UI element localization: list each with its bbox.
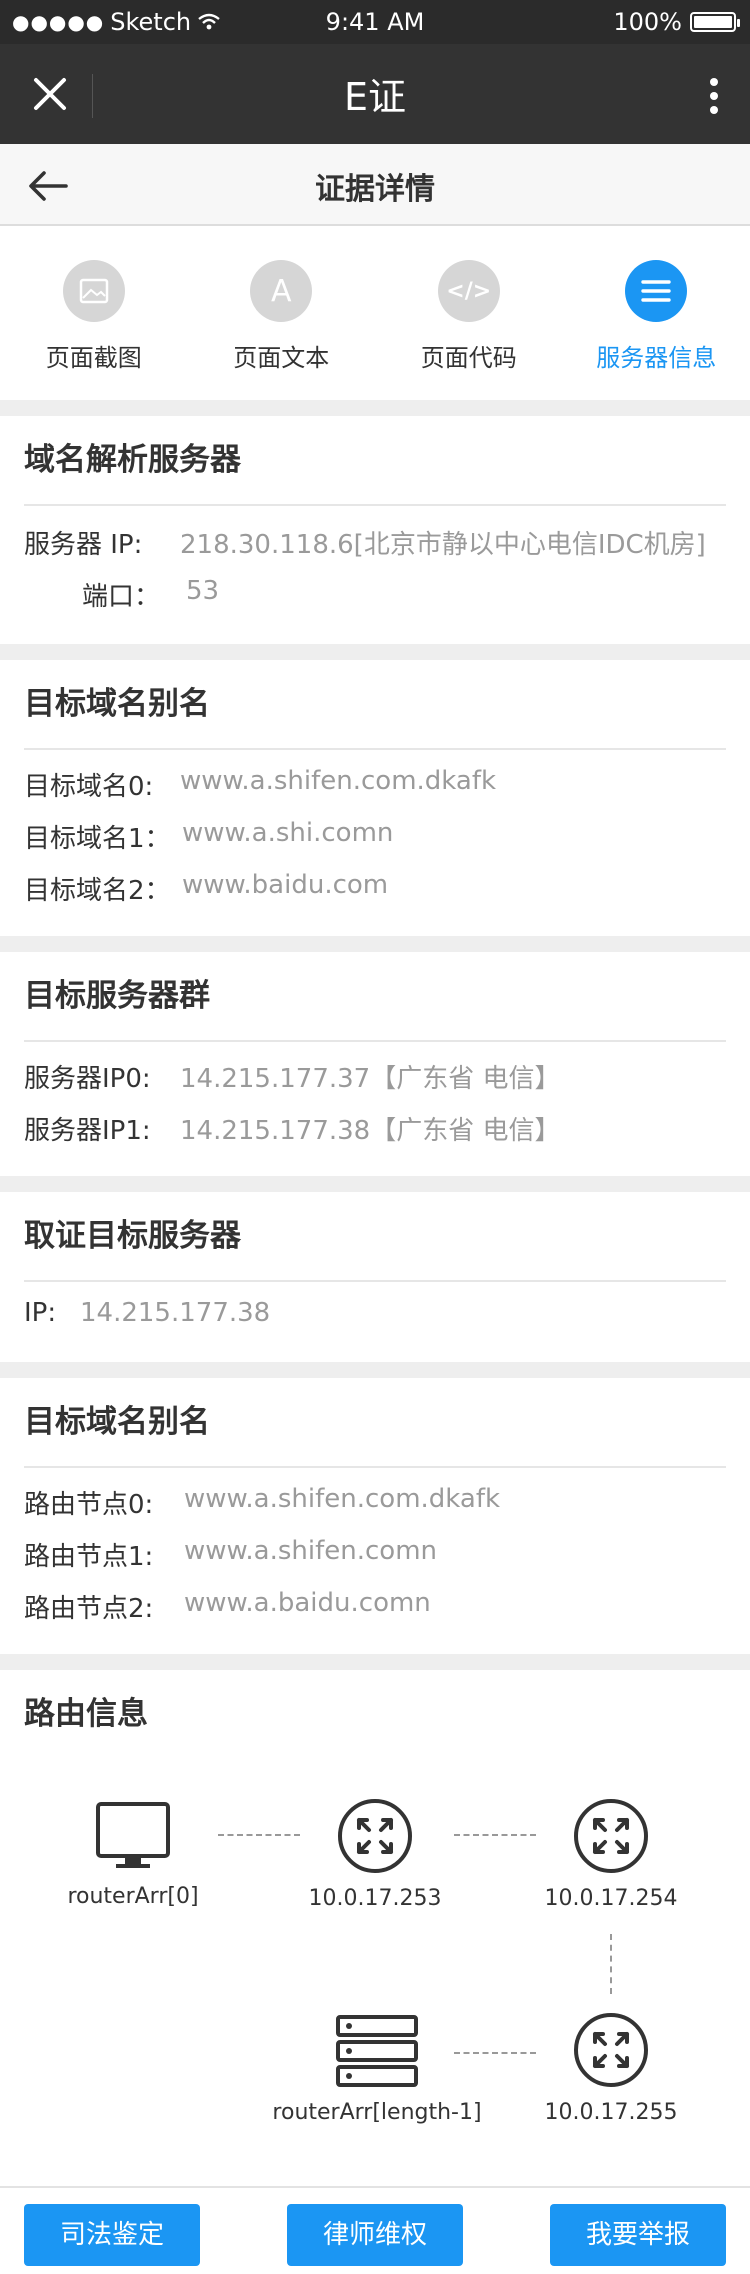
divider bbox=[24, 1466, 726, 1468]
section-gap bbox=[0, 644, 750, 660]
route-link bbox=[218, 1834, 300, 1836]
info-row: 路由节点2: www.a.baidu.comn bbox=[24, 1588, 431, 1624]
node-label: 10.0.17.254 bbox=[544, 1886, 678, 1911]
section-title: 目标域名别名 bbox=[24, 686, 210, 722]
lawyer-rights-button[interactable]: 律师维权 bbox=[287, 2204, 463, 2266]
tab-label: 页面截图 bbox=[45, 344, 142, 372]
battery-area: 100% bbox=[613, 8, 740, 36]
app-bar: E证 bbox=[0, 44, 750, 144]
app-title: E证 bbox=[343, 75, 406, 119]
dns-server-section: 域名解析服务器 服务器 IP: 218.30.118.6[北京市静以中心电信ID… bbox=[0, 416, 750, 644]
target-server-section: 取证目标服务器 IP: 14.215.177.38 bbox=[0, 1192, 750, 1362]
tab-label: 页面代码 bbox=[420, 344, 517, 372]
route-node: routerArr[0] bbox=[48, 1800, 218, 1909]
section-gap bbox=[0, 1176, 750, 1192]
route-alias-section: 目标域名别名 路由节点0: www.a.shifen.com.dkafk 路由节… bbox=[0, 1378, 750, 1654]
route-node: 10.0.17.255 bbox=[536, 2012, 686, 2125]
section-title: 取证目标服务器 bbox=[24, 1218, 241, 1254]
route-node: 10.0.17.253 bbox=[300, 1798, 450, 1911]
code-icon: </> bbox=[437, 260, 500, 322]
server-group-section: 目标服务器群 服务器IP0: 14.215.177.37【广东省 电信】 服务器… bbox=[0, 952, 750, 1176]
divider bbox=[24, 1040, 726, 1042]
image-icon bbox=[62, 260, 125, 322]
server-stack-icon bbox=[336, 2015, 418, 2087]
status-bar: ●●●●● Sketch 9:41 AM 100% bbox=[0, 0, 750, 44]
route-link bbox=[454, 1834, 536, 1836]
info-row: 目标域名0: www.a.shifen.com.dkafk bbox=[24, 766, 497, 802]
info-row: 路由节点1: www.a.shifen.comn bbox=[24, 1536, 438, 1572]
info-row: 服务器 IP: 218.30.118.6[北京市静以中心电信IDC机房] bbox=[24, 530, 706, 560]
route-link bbox=[454, 2052, 536, 2054]
report-button[interactable]: 我要举报 bbox=[550, 2204, 726, 2266]
divider bbox=[24, 504, 726, 506]
router-icon bbox=[574, 2013, 648, 2087]
tab-label: 页面文本 bbox=[233, 344, 330, 372]
route-link bbox=[610, 1934, 612, 1994]
tab-label: 服务器信息 bbox=[596, 344, 717, 372]
divider bbox=[24, 1280, 726, 1282]
more-vertical-icon[interactable] bbox=[708, 76, 720, 116]
info-row: 端口： 53 bbox=[82, 576, 220, 612]
section-title: 域名解析服务器 bbox=[24, 442, 241, 478]
section-title: 路由信息 bbox=[24, 1696, 148, 1732]
node-label: 10.0.17.253 bbox=[308, 1886, 442, 1911]
footer-bar: 司法鉴定 律师维权 我要举报 bbox=[0, 2186, 750, 2274]
info-row: 服务器IP0: 14.215.177.37【广东省 电信】 bbox=[24, 1064, 561, 1094]
router-icon bbox=[574, 1799, 648, 1873]
section-gap bbox=[0, 1654, 750, 1670]
alias-section: 目标域名别名 目标域名0: www.a.shifen.com.dkafk 目标域… bbox=[0, 660, 750, 936]
route-node: 10.0.17.254 bbox=[536, 1798, 686, 1911]
battery-percent: 100% bbox=[613, 8, 682, 36]
monitor-icon bbox=[96, 1802, 170, 1868]
tab-server-info[interactable]: 服务器信息 bbox=[563, 228, 750, 400]
section-gap bbox=[0, 400, 750, 416]
node-label: routerArr[length-1] bbox=[272, 2100, 482, 2125]
route-diagram: routerArr[0] 10.0.17.253 10.0.17.254 rou… bbox=[0, 1758, 750, 2178]
router-icon bbox=[338, 1799, 412, 1873]
tab-text[interactable]: A 页面文本 bbox=[188, 228, 376, 400]
judicial-appraisal-button[interactable]: 司法鉴定 bbox=[24, 2204, 200, 2266]
node-label: 10.0.17.255 bbox=[544, 2100, 678, 2125]
page-title: 证据详情 bbox=[315, 172, 435, 207]
section-gap bbox=[0, 1362, 750, 1378]
info-row: 目标域名2： www.baidu.com bbox=[24, 870, 389, 906]
info-row: 服务器IP1: 14.215.177.38【广东省 电信】 bbox=[24, 1116, 561, 1146]
tab-bar: 页面截图 A 页面文本 </> 页面代码 服务器信息 bbox=[0, 228, 750, 400]
section-gap bbox=[0, 936, 750, 952]
section-title: 目标域名别名 bbox=[24, 1404, 210, 1440]
text-a-icon: A bbox=[250, 260, 313, 322]
tab-screenshot[interactable]: 页面截图 bbox=[0, 228, 188, 400]
list-icon bbox=[625, 260, 688, 322]
info-row: 目标域名1： www.a.shi.comn bbox=[24, 818, 394, 854]
divider bbox=[24, 748, 726, 750]
tab-code[interactable]: </> 页面代码 bbox=[375, 228, 563, 400]
nav-bar: 证据详情 bbox=[0, 144, 750, 226]
node-label: routerArr[0] bbox=[67, 1884, 199, 1909]
route-node: routerArr[length-1] bbox=[262, 2014, 492, 2125]
info-row: 路由节点0: www.a.shifen.com.dkafk bbox=[24, 1484, 501, 1520]
battery-icon bbox=[690, 12, 740, 32]
section-title: 目标服务器群 bbox=[24, 978, 210, 1014]
info-row: IP: 14.215.177.38 bbox=[24, 1298, 271, 1328]
